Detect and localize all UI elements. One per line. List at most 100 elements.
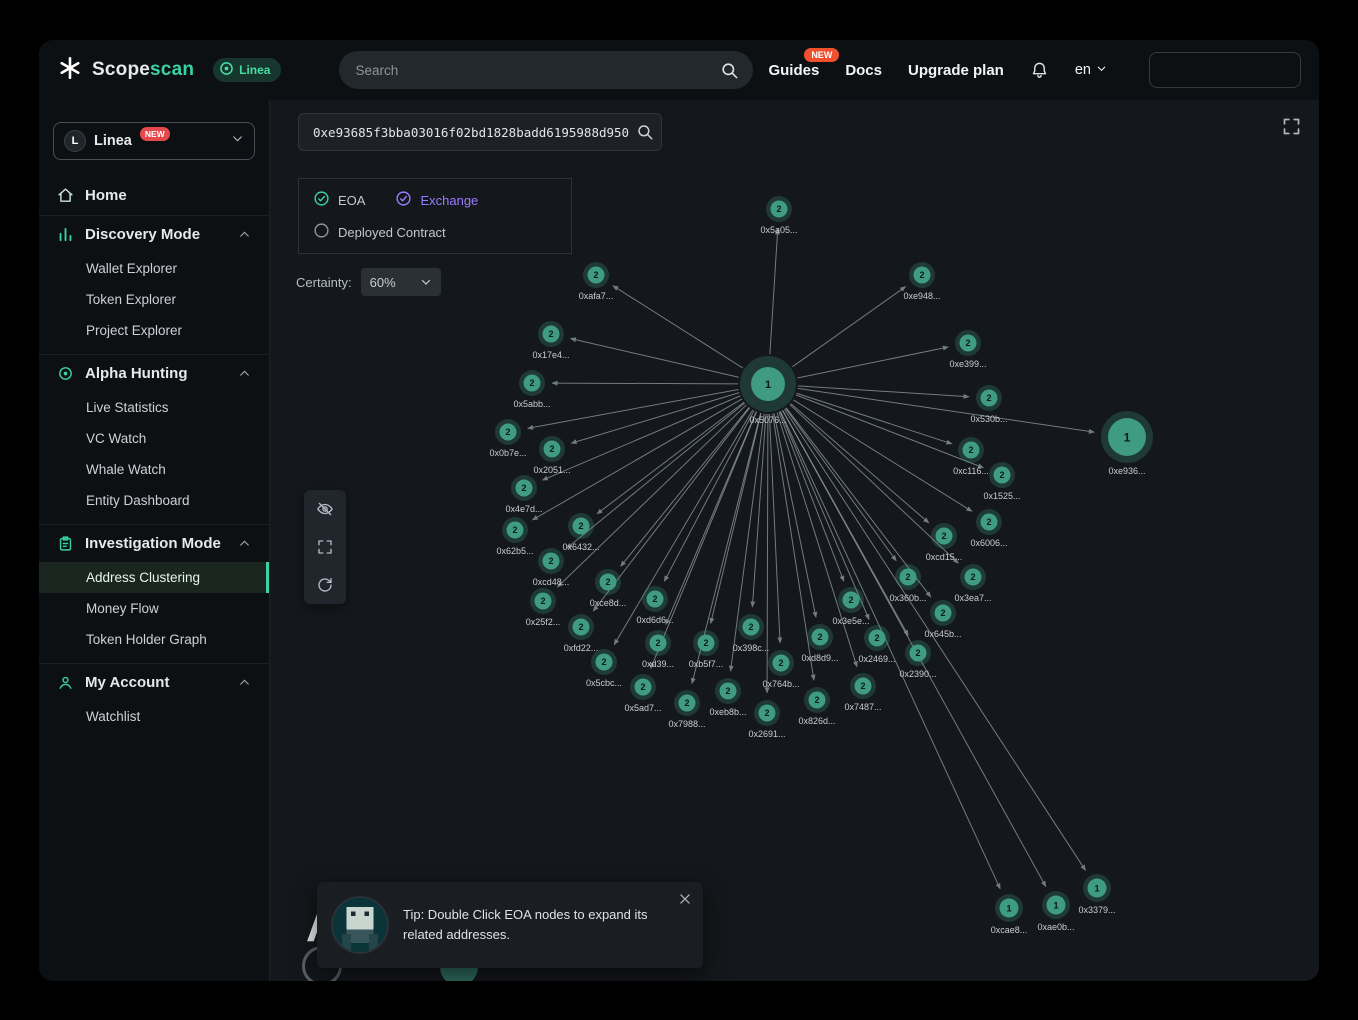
graph-node[interactable]: 10x3379... bbox=[1078, 874, 1115, 915]
home-icon bbox=[57, 187, 74, 204]
refresh-icon[interactable] bbox=[304, 566, 346, 604]
graph-node[interactable]: 20x645b... bbox=[924, 600, 961, 639]
search-icon[interactable] bbox=[636, 123, 654, 146]
graph-node[interactable]: 20x25f2... bbox=[526, 588, 561, 627]
graph-node[interactable]: 20x5a05... bbox=[760, 196, 797, 235]
graph-node[interactable]: 10xae0b... bbox=[1037, 891, 1074, 932]
graph-node[interactable]: 20xe948... bbox=[903, 262, 940, 301]
graph-node[interactable]: 10xe936... bbox=[1101, 411, 1153, 476]
close-icon[interactable] bbox=[678, 892, 692, 911]
sidebar-item-money-flow[interactable]: Money Flow bbox=[39, 593, 269, 624]
section-head-alpha[interactable]: Alpha Hunting bbox=[39, 355, 269, 392]
sidebar-item-address-clustering[interactable]: Address Clustering bbox=[39, 562, 269, 593]
logo[interactable]: Scopescan Linea bbox=[57, 55, 281, 86]
language-selector[interactable]: en bbox=[1075, 62, 1107, 78]
graph-node[interactable]: 20x5abb... bbox=[513, 370, 550, 409]
graph-node[interactable]: 20xcd15... bbox=[926, 523, 963, 562]
section-head-investigation[interactable]: Investigation Mode bbox=[39, 525, 269, 562]
sidebar-item-project-explorer[interactable]: Project Explorer bbox=[39, 315, 269, 346]
legend-exchange[interactable]: Exchange bbox=[395, 190, 478, 210]
nav-upgrade-plan[interactable]: Upgrade plan bbox=[908, 62, 1004, 79]
graph-node[interactable]: 20x826d... bbox=[798, 687, 835, 726]
graph-node[interactable]: 2 0xcd48... bbox=[533, 548, 570, 587]
svg-text:2: 2 bbox=[941, 531, 946, 541]
global-search[interactable] bbox=[339, 51, 753, 89]
svg-text:2: 2 bbox=[965, 338, 970, 348]
address-search-box[interactable] bbox=[298, 113, 662, 151]
address-search-input[interactable] bbox=[311, 124, 631, 141]
graph-node[interactable]: 20x62b5... bbox=[496, 517, 533, 556]
graph-node[interactable]: 20x398c... bbox=[733, 614, 770, 653]
graph-node[interactable]: 2 0xfd22... bbox=[564, 614, 599, 653]
svg-text:1: 1 bbox=[1094, 883, 1100, 894]
svg-text:2: 2 bbox=[986, 517, 991, 527]
section-head-discovery[interactable]: Discovery Mode bbox=[39, 216, 269, 253]
graph-node[interactable]: 20x5cbc... bbox=[586, 649, 622, 688]
certainty-select[interactable]: 60% bbox=[361, 268, 441, 296]
graph-node-label: 0xcd48... bbox=[533, 577, 570, 587]
sidebar-item-token-holder-graph[interactable]: Token Holder Graph bbox=[39, 624, 269, 655]
section-my-account: My Account Watchlist bbox=[39, 663, 269, 740]
legend-deployed-contract[interactable]: Deployed Contract bbox=[313, 222, 446, 242]
sidebar-item-home[interactable]: Home bbox=[39, 176, 269, 215]
graph-node[interactable]: 20x2691... bbox=[748, 700, 785, 739]
graph-node[interactable]: 10xcae8... bbox=[991, 894, 1028, 935]
guides-new-badge: NEW bbox=[804, 48, 839, 62]
graph-node[interactable]: 20xd39... bbox=[642, 630, 674, 669]
graph-node[interactable]: 20x2051... bbox=[533, 436, 570, 475]
topbar: Scopescan Linea Guides NEW Docs Upgrade … bbox=[39, 40, 1319, 100]
section-investigation-mode: Investigation Mode Address Clustering Mo… bbox=[39, 524, 269, 663]
graph-node[interactable]: 20x4e7d... bbox=[505, 475, 542, 514]
graph-node[interactable]: 20x5ad7... bbox=[624, 674, 661, 713]
graph-node-label: 0xd6d6... bbox=[636, 615, 673, 625]
graph-node[interactable]: 20xc116... bbox=[953, 437, 989, 476]
graph-node[interactable]: 20x1525... bbox=[983, 462, 1020, 501]
graph-node[interactable]: 20x530b... bbox=[970, 385, 1007, 424]
svg-text:2: 2 bbox=[968, 445, 973, 455]
sidebar-item-watchlist[interactable]: Watchlist bbox=[39, 701, 269, 732]
topbar-action-box[interactable] bbox=[1149, 52, 1301, 88]
svg-text:2: 2 bbox=[578, 622, 583, 632]
sidebar-item-token-explorer[interactable]: Token Explorer bbox=[39, 284, 269, 315]
graph-node-label: 0x17e4... bbox=[532, 350, 569, 360]
nav-docs[interactable]: Docs bbox=[845, 62, 882, 79]
global-search-input[interactable] bbox=[353, 62, 720, 79]
graph-node[interactable]: 20xb5f7... bbox=[689, 630, 724, 669]
sidebar-item-whale-watch[interactable]: Whale Watch bbox=[39, 454, 269, 485]
sidebar-item-vc-watch[interactable]: VC Watch bbox=[39, 423, 269, 454]
graph-node[interactable]: 20x3ea7... bbox=[954, 564, 991, 603]
svg-text:2: 2 bbox=[593, 270, 598, 280]
graph-node[interactable]: 20x6432... bbox=[562, 513, 599, 552]
graph-node-label: 0x398c... bbox=[733, 643, 770, 653]
graph-node[interactable]: 20x7988... bbox=[668, 690, 705, 729]
graph-node[interactable]: 20x0b7e... bbox=[489, 419, 526, 458]
sidebar-item-wallet-explorer[interactable]: Wallet Explorer bbox=[39, 253, 269, 284]
graph-node[interactable]: 20xafa7... bbox=[579, 262, 614, 301]
notifications-bell-icon[interactable] bbox=[1030, 61, 1049, 80]
legend-eoa[interactable]: EOA bbox=[313, 190, 365, 210]
graph-node[interactable]: 20x2390... bbox=[899, 640, 936, 679]
fullscreen-icon[interactable] bbox=[1281, 116, 1302, 142]
fit-view-expand-icon[interactable] bbox=[304, 528, 346, 566]
graph-node[interactable]: 20x6006... bbox=[970, 509, 1007, 548]
graph-node[interactable]: 20xe399... bbox=[949, 330, 986, 369]
section-head-account[interactable]: My Account bbox=[39, 664, 269, 701]
svg-text:2: 2 bbox=[848, 595, 853, 605]
graph-node[interactable]: 20xeb8b... bbox=[709, 678, 746, 717]
graph-node-label: 0x3e5e... bbox=[832, 616, 869, 626]
graph-node-label: 0xfd22... bbox=[564, 643, 599, 653]
sidebar-item-live-statistics[interactable]: Live Statistics bbox=[39, 392, 269, 423]
graph-node[interactable]: 20xd6d6... bbox=[636, 586, 673, 625]
chain-selector[interactable]: L Linea NEW bbox=[53, 122, 255, 160]
graph-node[interactable]: 20x17e4... bbox=[532, 321, 569, 360]
graph-canvas[interactable]: 10x5076...20x5a05...20xafa7...20xe948...… bbox=[270, 100, 1319, 981]
search-icon[interactable] bbox=[720, 61, 739, 80]
graph-node[interactable]: 20xd8d9... bbox=[801, 624, 838, 663]
graph-node[interactable]: 20x764b... bbox=[762, 650, 799, 689]
graph-node[interactable]: 20x7487... bbox=[844, 673, 881, 712]
nav-guides[interactable]: Guides NEW bbox=[768, 62, 819, 79]
hide-labels-eye-off-icon[interactable] bbox=[304, 490, 346, 528]
sidebar-item-entity-dashboard[interactable]: Entity Dashboard bbox=[39, 485, 269, 516]
graph-node[interactable]: 20x2469... bbox=[858, 625, 895, 664]
svg-text:2: 2 bbox=[548, 556, 553, 566]
